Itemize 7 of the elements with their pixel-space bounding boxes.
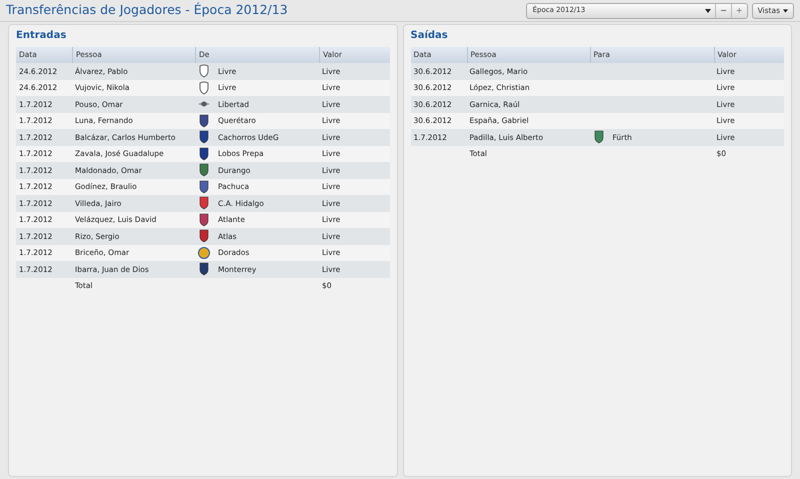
panel-title: Entradas — [16, 29, 66, 43]
previous-season-button[interactable]: − — [715, 4, 731, 18]
next-season-button[interactable]: + — [730, 4, 747, 18]
caret-down-icon — [783, 8, 788, 12]
panel-title: Saídas — [410, 29, 448, 43]
page-title: Transferências de Jogadores - Época 2012/13 — [6, 4, 288, 17]
caret-down-icon — [705, 8, 712, 12]
